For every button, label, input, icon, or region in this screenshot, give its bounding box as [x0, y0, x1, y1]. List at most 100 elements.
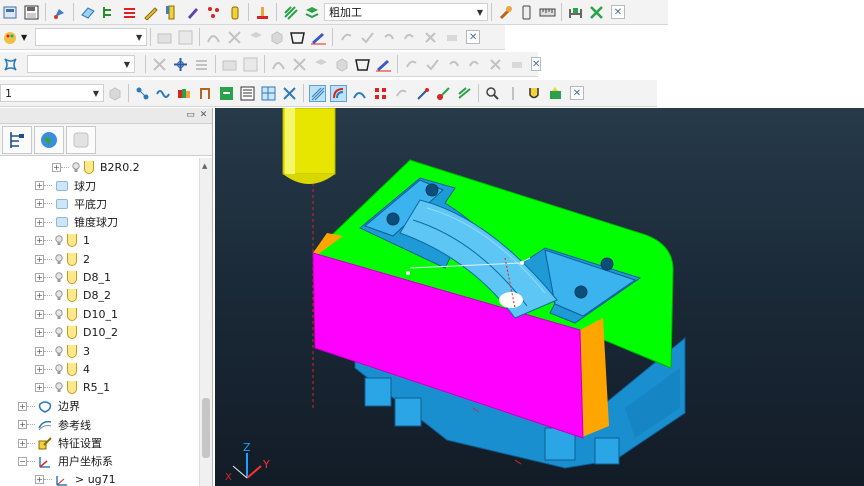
tree-item[interactable]: +2: [0, 250, 200, 268]
expand-icon[interactable]: +: [35, 346, 44, 356]
pencil-icon[interactable]: [142, 4, 159, 21]
multi-icon[interactable]: [176, 85, 193, 102]
lightbulb-icon[interactable]: [55, 272, 63, 283]
palette-icon[interactable]: [2, 29, 19, 46]
expand-icon[interactable]: +: [35, 273, 44, 283]
lightbulb-icon[interactable]: [55, 364, 63, 375]
layers-icon[interactable]: [247, 29, 264, 46]
save-icon[interactable]: [242, 56, 259, 73]
redo-icon[interactable]: [466, 56, 483, 73]
tab-web[interactable]: [34, 125, 64, 154]
sort-icon[interactable]: [456, 85, 473, 102]
scissors-icon[interactable]: [281, 85, 298, 102]
tree-item[interactable]: + D10_1: [0, 305, 200, 323]
expand-icon[interactable]: +: [35, 309, 44, 319]
branch-icon[interactable]: [197, 85, 214, 102]
eraser-icon[interactable]: [508, 56, 525, 73]
boundary-edit-icon[interactable]: [289, 29, 306, 46]
curve-icon[interactable]: [205, 29, 222, 46]
expand-icon[interactable]: +: [35, 364, 44, 374]
expand-icon[interactable]: +: [35, 217, 44, 227]
folder-icon[interactable]: [221, 56, 238, 73]
check-icon[interactable]: [359, 29, 376, 46]
tree-item[interactable]: + 特征设置: [0, 434, 200, 452]
tool-holder-icon[interactable]: [526, 85, 543, 102]
tree-item[interactable]: + 平底刀: [0, 195, 200, 213]
draw-icon[interactable]: [310, 29, 327, 46]
close-icon[interactable]: ✕: [198, 110, 209, 121]
star-icon[interactable]: [2, 56, 19, 73]
expand-icon[interactable]: +: [35, 475, 44, 485]
lightbulb-icon[interactable]: [55, 235, 63, 246]
stock-icon[interactable]: [254, 4, 271, 21]
tree-item[interactable]: + D8_2: [0, 287, 200, 305]
tab-blank[interactable]: [66, 125, 96, 154]
tree-item[interactable]: + D10_2: [0, 324, 200, 342]
chevron-down-icon[interactable]: ▼: [21, 33, 27, 42]
lightbulb-icon[interactable]: [55, 253, 63, 265]
device-icon[interactable]: [518, 4, 535, 21]
expand-icon[interactable]: +: [35, 199, 44, 209]
link-icon[interactable]: [338, 29, 355, 46]
toolbar2-combo[interactable]: ▼: [35, 28, 148, 46]
tree-scrollbar[interactable]: ▲: [199, 158, 212, 486]
shape-icon[interactable]: [226, 29, 243, 46]
draw-icon[interactable]: [375, 56, 392, 73]
cutting-tool[interactable]: [282, 108, 336, 184]
lightbulb-icon[interactable]: [55, 382, 63, 393]
open-icon[interactable]: [2, 4, 19, 21]
lightbulb-icon[interactable]: [55, 290, 63, 301]
simulate-icon[interactable]: [547, 85, 564, 102]
lightbulb-icon[interactable]: [55, 327, 63, 338]
shape-icon[interactable]: [291, 56, 308, 73]
scatter-icon[interactable]: [205, 4, 222, 21]
pattern-icon[interactable]: [435, 85, 452, 102]
points-icon[interactable]: [372, 85, 389, 102]
cube-icon[interactable]: [106, 85, 123, 102]
graphics-viewport[interactable]: Z Y X: [215, 108, 864, 486]
tree-item[interactable]: + 球刀: [0, 176, 200, 194]
wave-icon[interactable]: [155, 85, 172, 102]
nodes-icon[interactable]: [134, 85, 151, 102]
tree-item[interactable]: + 锥度球刀: [0, 213, 200, 231]
table-icon[interactable]: [260, 85, 277, 102]
tree-item[interactable]: +1: [0, 232, 200, 250]
paint-icon[interactable]: [51, 4, 68, 21]
stack-icon[interactable]: [303, 4, 320, 21]
toolbar3-combo[interactable]: ▼: [27, 55, 135, 73]
close-icon[interactable]: ✕: [611, 5, 625, 19]
expand-icon[interactable]: +: [18, 401, 27, 411]
tree-item[interactable]: + R5_1: [0, 379, 200, 397]
expand-icon[interactable]: +: [35, 236, 44, 246]
cross-icon[interactable]: [422, 29, 439, 46]
tree-item[interactable]: + D8_1: [0, 268, 200, 286]
expand-icon[interactable]: +: [35, 383, 44, 393]
tree-item[interactable]: + B2R0.2: [0, 158, 200, 176]
eraser-icon[interactable]: [443, 29, 460, 46]
undo-icon[interactable]: [445, 56, 462, 73]
close-icon[interactable]: ✕: [531, 57, 542, 71]
curve-icon[interactable]: [270, 56, 287, 73]
cross-icon[interactable]: [487, 56, 504, 73]
expand-icon[interactable]: +: [18, 438, 27, 448]
move-icon[interactable]: [172, 56, 189, 73]
level-icon[interactable]: [121, 4, 138, 21]
close-icon[interactable]: ✕: [570, 86, 584, 100]
toolbar4-combo[interactable]: 1 ▼: [0, 84, 104, 102]
tree-item[interactable]: − 用户坐标系: [0, 452, 200, 470]
probe-icon[interactable]: [505, 85, 522, 102]
scrollbar-thumb[interactable]: [202, 398, 210, 458]
close-icon[interactable]: ✕: [466, 30, 481, 44]
hatch-icon[interactable]: [309, 84, 326, 102]
tree-icon[interactable]: [100, 4, 117, 21]
expand-icon[interactable]: +: [35, 291, 44, 301]
tree-item[interactable]: + 边界: [0, 397, 200, 415]
link-icon[interactable]: [403, 56, 420, 73]
bottle-icon[interactable]: [226, 4, 243, 21]
redo-icon[interactable]: [401, 29, 418, 46]
tab-explorer[interactable]: [2, 125, 32, 154]
retract-icon[interactable]: [414, 85, 431, 102]
cube-icon[interactable]: [268, 29, 285, 46]
scroll-up-icon[interactable]: ▲: [202, 162, 207, 170]
save-icon[interactable]: [23, 4, 40, 21]
